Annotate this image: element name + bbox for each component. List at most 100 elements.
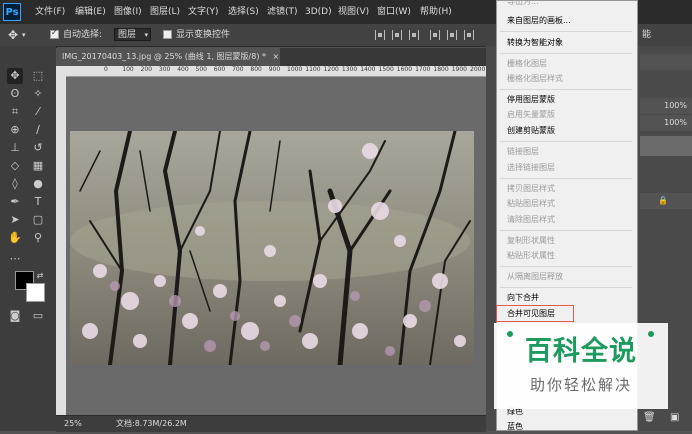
auto-select-dropdown[interactable]: 图层 ▾: [114, 28, 151, 41]
brush-tool-icon[interactable]: ∕: [30, 122, 46, 138]
align-left-icon[interactable]: [375, 30, 385, 40]
swap-colors-icon[interactable]: ⇄: [32, 268, 48, 284]
ctx-copy-layer-style[interactable]: 拷贝图层样式: [507, 182, 555, 196]
menu-filter[interactable]: 滤镜(T): [267, 0, 298, 24]
ruler-tick-label: 100: [122, 66, 134, 73]
menu-separator: [500, 266, 632, 267]
document-tab[interactable]: IMG_20170403_13.jpg @ 25% (曲线 1, 图层蒙版/8)…: [56, 48, 280, 66]
menu-select[interactable]: 选择(S): [228, 0, 259, 24]
show-transform-checkbox[interactable]: [163, 30, 172, 39]
status-bar: 25% 文档:8.73M/26.2M: [56, 415, 486, 432]
lock-icon: 🔒: [658, 196, 668, 205]
menu-layer[interactable]: 图层(L): [150, 0, 180, 24]
shape-tool-icon[interactable]: ▢: [30, 212, 46, 228]
auto-select-checkbox[interactable]: [50, 28, 59, 39]
more-tools-icon[interactable]: ⋯: [7, 251, 23, 267]
eraser-tool-icon[interactable]: ◇: [7, 158, 23, 174]
ruler-tick-label: 700: [232, 66, 244, 73]
tool-preset-chevron-icon[interactable]: ▾: [22, 28, 26, 42]
ctx-link-layers[interactable]: 链接图层: [507, 145, 539, 159]
tools-panel: ✥ ⬚ ʘ ✧ ⌗ ⁄ ⊕ ∕ ⊥ ↺ ◇ ▦ ◊ ● ✒ T ➤ ▢ ✋ ⚲ …: [0, 46, 57, 431]
watermark-logo: 百科全说 助你轻松解决: [494, 323, 668, 409]
ctx-select-linked-layers[interactable]: 选择链接图层: [507, 161, 555, 175]
layer-row-background[interactable]: 🔒: [640, 193, 692, 209]
ctx-rasterize-layer-style[interactable]: 栅格化图层样式: [507, 72, 563, 86]
type-tool-icon[interactable]: T: [30, 194, 46, 210]
ctx-copy-shape-attributes[interactable]: 复制形状属性: [507, 234, 555, 248]
auto-select-value: 图层: [118, 30, 137, 40]
background-color-swatch[interactable]: [26, 283, 45, 302]
align-hcenter-icon[interactable]: [392, 30, 402, 40]
menu-edit[interactable]: 编辑(E): [75, 0, 106, 24]
fill-value: 100%: [664, 118, 687, 127]
menu-3d[interactable]: 3D(D): [305, 0, 332, 24]
ruler-tick-label: 0: [104, 66, 108, 73]
blur-tool-icon[interactable]: ◊: [7, 176, 23, 192]
marquee-tool-icon[interactable]: ⬚: [30, 68, 46, 84]
zoom-level[interactable]: 25%: [64, 418, 82, 430]
ctx-paste-layer-style[interactable]: 粘贴图层样式: [507, 197, 555, 211]
history-brush-tool-icon[interactable]: ↺: [30, 140, 46, 156]
quick-mask-icon[interactable]: ◙: [7, 308, 23, 324]
document-tab-title: IMG_20170403_13.jpg @ 25% (曲线 1, 图层蒙版/8)…: [62, 52, 266, 61]
lasso-tool-icon[interactable]: ʘ: [7, 86, 23, 102]
ctx-convert-smart-object[interactable]: 转换为智能对象: [507, 36, 563, 50]
ctx-rasterize-layer[interactable]: 栅格化图层: [507, 57, 547, 71]
ruler-tick-label: 900: [268, 66, 281, 73]
ctx-disable-layer-mask[interactable]: 停用图层蒙版: [507, 93, 555, 107]
hand-tool-icon[interactable]: ✋: [7, 230, 23, 246]
ctx-paste-shape-attributes[interactable]: 粘贴形状属性: [507, 249, 555, 263]
path-selection-tool-icon[interactable]: ➤: [7, 212, 23, 228]
pen-tool-icon[interactable]: ✒: [7, 194, 23, 210]
chevron-down-icon: ▾: [144, 31, 148, 39]
menu-view[interactable]: 视图(V): [338, 0, 369, 24]
opacity-row[interactable]: 100%: [640, 98, 692, 114]
ruler-tick-label: 500: [195, 66, 207, 73]
align-vcenter-icon[interactable]: [447, 30, 457, 40]
move-tool-icon[interactable]: ✥: [8, 28, 18, 42]
close-tab-icon[interactable]: ×: [273, 52, 280, 61]
clone-stamp-tool-icon[interactable]: ⊥: [7, 140, 23, 156]
zoom-tool-icon[interactable]: ⚲: [30, 230, 46, 246]
ruler-tick-label: 1400: [360, 66, 376, 73]
menu-window[interactable]: 窗口(W): [377, 0, 411, 24]
menu-type[interactable]: 文字(Y): [188, 0, 219, 24]
healing-brush-tool-icon[interactable]: ⊕: [7, 122, 23, 138]
ctx-export-as[interactable]: 导出为...: [507, 0, 539, 9]
gradient-tool-icon[interactable]: ▦: [30, 158, 46, 174]
ctx-color-blue[interactable]: 蓝色: [507, 420, 523, 434]
ctx-clear-layer-style[interactable]: 清除图层样式: [507, 213, 555, 227]
ctx-merge-down[interactable]: 向下合并: [507, 291, 539, 305]
layer-row-selected[interactable]: [640, 136, 692, 156]
fill-row[interactable]: 100%: [640, 115, 692, 131]
menu-file[interactable]: 文件(F): [35, 0, 65, 24]
canvas-photo[interactable]: [70, 131, 474, 365]
ruler-tick-label: 600: [213, 66, 226, 73]
ctx-release-from-isolation[interactable]: 从隔离图层释放: [507, 270, 563, 284]
layers-panel-tab[interactable]: [640, 54, 692, 70]
ruler-tick-label: 1900: [451, 66, 467, 73]
ctx-enable-vector-mask[interactable]: 启用矢量蒙版: [507, 108, 555, 122]
ruler-tick-label: 1600: [396, 66, 413, 73]
align-top-icon[interactable]: [430, 30, 440, 40]
align-right-icon[interactable]: [409, 30, 419, 40]
align-bottom-icon[interactable]: [464, 30, 474, 40]
dodge-tool-icon[interactable]: ●: [30, 176, 46, 192]
watermark-title: 百科全说: [525, 336, 637, 367]
ruler-tick-label: 400: [177, 66, 189, 73]
ctx-artboard-from-layers[interactable]: 来自图层的画板...: [507, 14, 571, 28]
new-layer-icon[interactable]: ▣: [670, 412, 679, 423]
ctx-create-clipping-mask[interactable]: 创建剪贴蒙版: [507, 124, 555, 138]
menu-separator: [500, 178, 632, 179]
workspace-label[interactable]: 能: [642, 28, 651, 42]
ruler-corner: [56, 66, 66, 76]
delete-layer-icon[interactable]: 🗑: [643, 412, 656, 423]
eyedropper-tool-icon[interactable]: ⁄: [30, 104, 46, 120]
menu-image[interactable]: 图像(I): [114, 0, 142, 24]
magic-wand-tool-icon[interactable]: ✧: [30, 86, 46, 102]
move-tool-icon[interactable]: ✥: [7, 68, 23, 84]
crop-tool-icon[interactable]: ⌗: [7, 104, 23, 120]
ruler-tick-label: 1800: [433, 66, 449, 73]
screen-mode-icon[interactable]: ▭: [30, 308, 46, 324]
menu-help[interactable]: 帮助(H): [420, 0, 452, 24]
